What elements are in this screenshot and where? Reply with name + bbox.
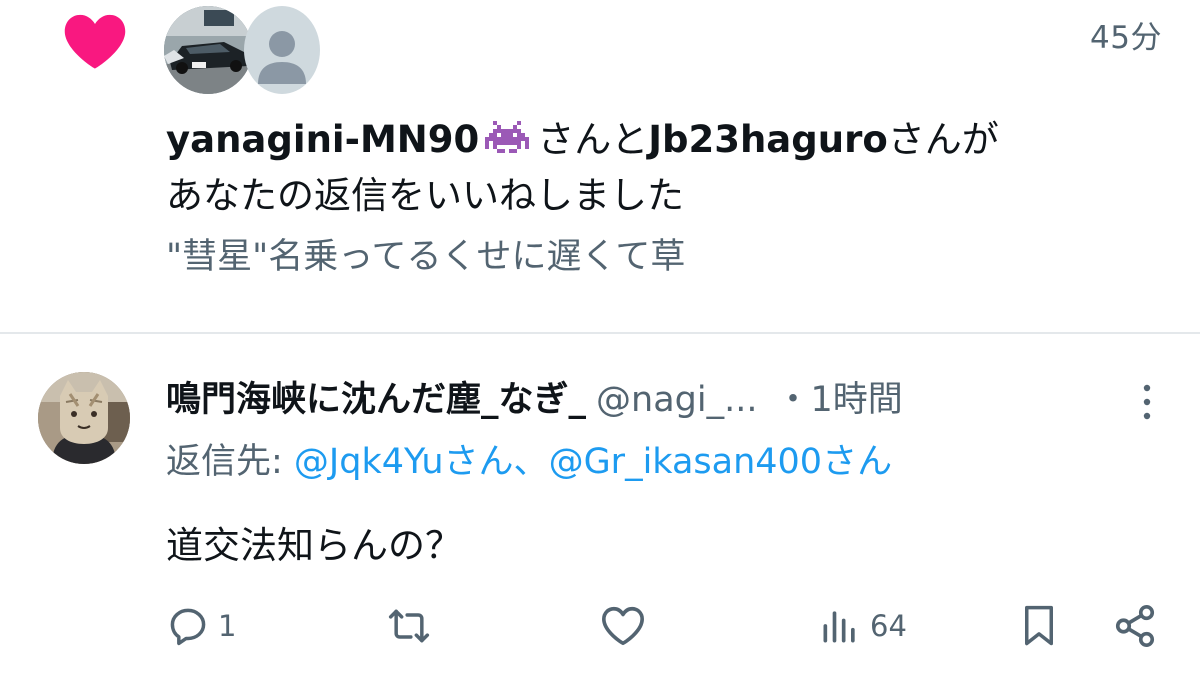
share-button[interactable] [1112,598,1158,654]
bookmark-icon [1025,605,1053,646]
tweet-header: 鳴門海峡に沈んだ塵_なぎ_ @nagi_... ・1時間 [166,374,1156,426]
replying-to-label: 返信先: [166,442,294,482]
default-avatar-icon [244,6,320,94]
cat-mask-photo [38,372,130,464]
notification-suffix: さんが [887,118,999,161]
heart-outline-icon [602,606,644,646]
repost-button[interactable] [386,598,440,654]
tweet-actions: 1 64 [0,598,1200,654]
tweet-text: 道交法知らんの？ [166,524,462,567]
car-photo [164,6,252,94]
bookmark-button[interactable] [1018,598,1060,654]
repost-icon [388,609,430,643]
share-icon [1115,605,1155,647]
heart-icon [64,14,126,69]
avatar-yanagini[interactable] [164,6,252,94]
tweet-time[interactable]: 1時間 [810,380,902,420]
views-chart-icon [823,611,855,643]
more-options-icon[interactable] [1140,380,1154,424]
display-name[interactable]: 鳴門海峡に沈んだ塵_なぎ_ [166,380,586,420]
avatar-nagi[interactable] [38,372,130,464]
user-link-yanagini[interactable]: yanagini-MN90 [166,118,479,161]
mention-jqk4yu[interactable]: @Jqk4Yuさん [294,442,514,482]
user-handle[interactable]: @nagi_... [596,380,757,420]
notification-action-text: あなたの返信をいいねしました [166,174,684,217]
mention-separator: 、 [513,442,549,482]
notification-connector: さんと [537,118,649,161]
reply-button[interactable]: 1 [166,598,236,654]
mention-gr-ikasan400[interactable]: @Gr_ikasan400さん [549,442,893,482]
reply-icon [170,608,206,646]
divider [0,332,1200,334]
space-invader-icon [485,121,530,153]
like-button[interactable] [600,598,654,654]
user-link-jb23haguro[interactable]: Jb23haguro [648,118,888,161]
notification-time: 45分 [1090,20,1162,56]
views-count: 64 [870,609,907,643]
separator-dot: ・ [775,380,811,420]
reply-count: 1 [218,609,237,643]
like-notification[interactable]: 45分 yanagini-MN90 さんとJb23haguroさんが あなたの返… [0,0,1200,332]
replying-to: 返信先: @Jqk4Yuさん、@Gr_ikasan400さん [166,436,892,488]
liked-reply-preview[interactable]: "彗星"名乗ってるくせに遅くて草 [166,232,685,282]
notification-text: yanagini-MN90 さんとJb23haguroさんが あなたの返信をいい… [166,112,1156,224]
views-button[interactable]: 64 [818,598,907,654]
avatar-jb23haguro[interactable] [244,6,320,94]
